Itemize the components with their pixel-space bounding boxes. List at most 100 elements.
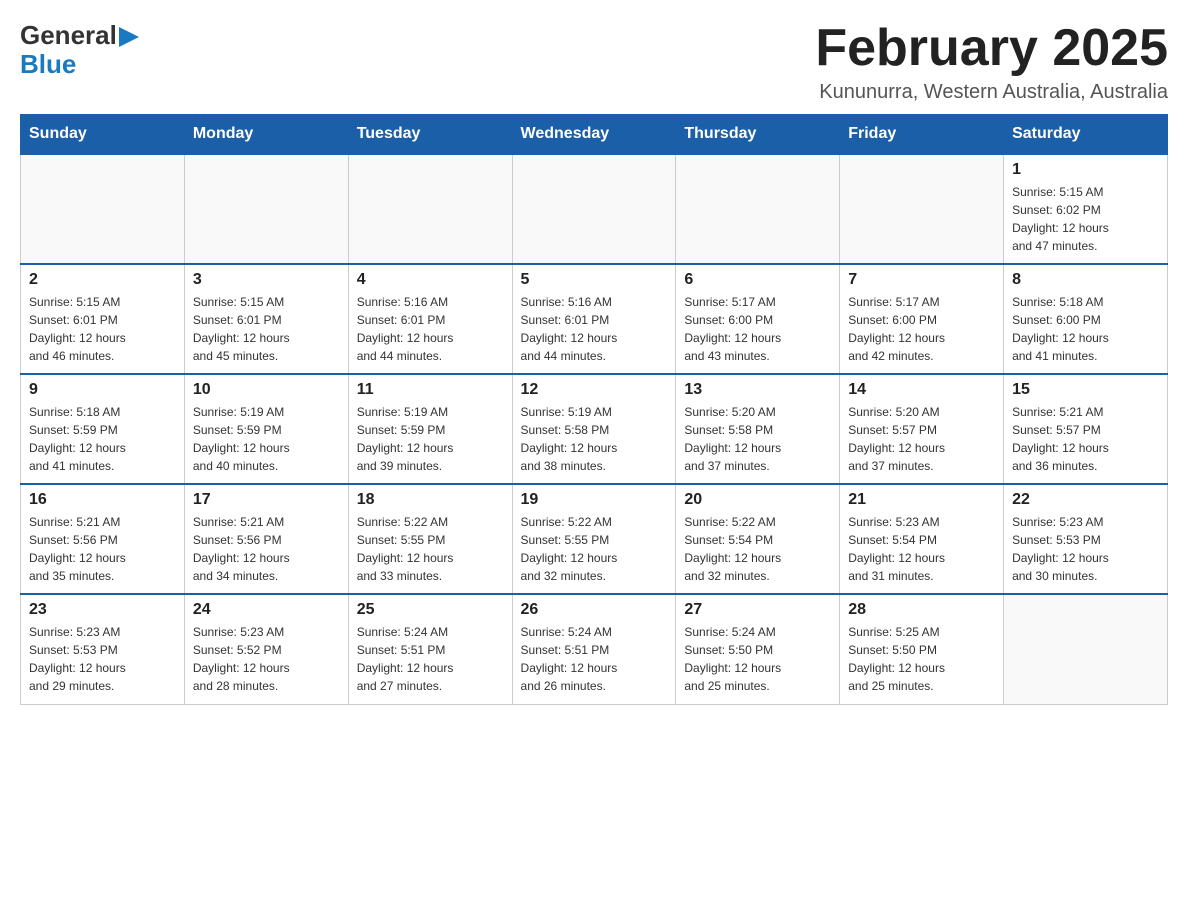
day-number: 11 — [357, 381, 504, 399]
day-info: Sunrise: 5:24 AMSunset: 5:51 PMDaylight:… — [357, 623, 504, 695]
calendar-cell: 4Sunrise: 5:16 AMSunset: 6:01 PMDaylight… — [348, 264, 512, 374]
calendar-cell — [1004, 594, 1168, 704]
calendar-cell: 9 Sunrise: 5:18 AMSunset: 5:59 PMDaylight… — [21, 374, 185, 484]
day-number: 28 — [848, 601, 995, 619]
day-number: 24 — [193, 601, 340, 619]
day-info: Sunrise: 5:20 AMSunset: 5:58 PMDaylight:… — [684, 403, 831, 475]
day-info: Sunrise: 5:21 AMSunset: 5:57 PMDaylight:… — [1012, 403, 1159, 475]
calendar-cell — [512, 154, 676, 264]
day-number: 12 — [521, 381, 668, 399]
calendar-cell: 25 Sunrise: 5:24 AMSunset: 5:51 PMDayligh… — [348, 594, 512, 704]
title-area: February 2025 Kununurra, Western Austral… — [815, 20, 1168, 104]
header-tuesday: Tuesday — [348, 115, 512, 155]
location: Kununurra, Western Australia, Australia — [815, 81, 1168, 104]
calendar-cell: 22 Sunrise: 5:23 AMSunset: 5:53 PMDayligh… — [1004, 484, 1168, 594]
day-info: Sunrise: 5:19 AMSunset: 5:59 PMDaylight:… — [193, 403, 340, 475]
calendar-cell: 7 Sunrise: 5:17 AMSunset: 6:00 PMDaylight… — [840, 264, 1004, 374]
logo: General Blue — [20, 20, 139, 80]
month-title: February 2025 — [815, 20, 1168, 77]
day-info: Sunrise: 5:23 AMSunset: 5:53 PMDaylight:… — [29, 623, 176, 695]
day-number: 2 — [29, 271, 176, 289]
day-info: Sunrise: 5:23 AMSunset: 5:52 PMDaylight:… — [193, 623, 340, 695]
day-number: 22 — [1012, 491, 1159, 509]
calendar-table: Sunday Monday Tuesday Wednesday Thursday… — [20, 114, 1168, 705]
day-info: Sunrise: 5:22 AMSunset: 5:54 PMDaylight:… — [684, 513, 831, 585]
calendar-cell — [840, 154, 1004, 264]
calendar-cell: 21Sunrise: 5:23 AMSunset: 5:54 PMDayligh… — [840, 484, 1004, 594]
day-number: 9 — [29, 381, 176, 399]
day-info: Sunrise: 5:18 AMSunset: 5:59 PMDaylight:… — [29, 403, 176, 475]
calendar-week-row: 1 Sunrise: 5:15 AMSunset: 6:02 PMDaylight… — [21, 154, 1168, 264]
day-number: 7 — [848, 271, 995, 289]
day-number: 4 — [357, 271, 504, 289]
day-number: 27 — [684, 601, 831, 619]
day-info: Sunrise: 5:19 AMSunset: 5:59 PMDaylight:… — [357, 403, 504, 475]
day-number: 14 — [848, 381, 995, 399]
day-info: Sunrise: 5:15 AMSunset: 6:02 PMDaylight:… — [1012, 183, 1159, 255]
day-info: Sunrise: 5:21 AMSunset: 5:56 PMDaylight:… — [29, 513, 176, 585]
day-number: 15 — [1012, 381, 1159, 399]
header-sunday: Sunday — [21, 115, 185, 155]
day-info: Sunrise: 5:20 AMSunset: 5:57 PMDaylight:… — [848, 403, 995, 475]
calendar-cell: 13 Sunrise: 5:20 AMSunset: 5:58 PMDayligh… — [676, 374, 840, 484]
day-info: Sunrise: 5:18 AMSunset: 6:00 PMDaylight:… — [1012, 293, 1159, 365]
day-number: 23 — [29, 601, 176, 619]
calendar-cell: 5 Sunrise: 5:16 AMSunset: 6:01 PMDaylight… — [512, 264, 676, 374]
day-number: 16 — [29, 491, 176, 509]
calendar-cell: 28 Sunrise: 5:25 AMSunset: 5:50 PMDayligh… — [840, 594, 1004, 704]
day-info: Sunrise: 5:15 AMSunset: 6:01 PMDaylight:… — [29, 293, 176, 365]
calendar-cell: 15 Sunrise: 5:21 AMSunset: 5:57 PMDayligh… — [1004, 374, 1168, 484]
calendar-cell: 26Sunrise: 5:24 AMSunset: 5:51 PMDayligh… — [512, 594, 676, 704]
day-number: 20 — [684, 491, 831, 509]
day-number: 17 — [193, 491, 340, 509]
calendar-cell: 1 Sunrise: 5:15 AMSunset: 6:02 PMDaylight… — [1004, 154, 1168, 264]
calendar-cell: 24 Sunrise: 5:23 AMSunset: 5:52 PMDayligh… — [184, 594, 348, 704]
calendar-cell — [184, 154, 348, 264]
day-info: Sunrise: 5:22 AMSunset: 5:55 PMDaylight:… — [357, 513, 504, 585]
calendar-cell: 11 Sunrise: 5:19 AMSunset: 5:59 PMDayligh… — [348, 374, 512, 484]
day-number: 3 — [193, 271, 340, 289]
day-number: 19 — [521, 491, 668, 509]
day-info: Sunrise: 5:25 AMSunset: 5:50 PMDaylight:… — [848, 623, 995, 695]
calendar-cell: 27 Sunrise: 5:24 AMSunset: 5:50 PMDayligh… — [676, 594, 840, 704]
calendar-cell: 19Sunrise: 5:22 AMSunset: 5:55 PMDayligh… — [512, 484, 676, 594]
day-number: 13 — [684, 381, 831, 399]
calendar-week-row: 9 Sunrise: 5:18 AMSunset: 5:59 PMDaylight… — [21, 374, 1168, 484]
day-number: 8 — [1012, 271, 1159, 289]
calendar-cell: 23 Sunrise: 5:23 AMSunset: 5:53 PMDayligh… — [21, 594, 185, 704]
logo-arrow-icon — [119, 27, 139, 47]
day-number: 18 — [357, 491, 504, 509]
calendar-week-row: 23 Sunrise: 5:23 AMSunset: 5:53 PMDayligh… — [21, 594, 1168, 704]
calendar-cell — [676, 154, 840, 264]
day-number: 26 — [521, 601, 668, 619]
day-info: Sunrise: 5:24 AMSunset: 5:50 PMDaylight:… — [684, 623, 831, 695]
day-number: 1 — [1012, 161, 1159, 179]
calendar-cell: 20 Sunrise: 5:22 AMSunset: 5:54 PMDayligh… — [676, 484, 840, 594]
day-info: Sunrise: 5:15 AMSunset: 6:01 PMDaylight:… — [193, 293, 340, 365]
header-saturday: Saturday — [1004, 115, 1168, 155]
day-number: 25 — [357, 601, 504, 619]
calendar-cell: 18 Sunrise: 5:22 AMSunset: 5:55 PMDayligh… — [348, 484, 512, 594]
day-info: Sunrise: 5:23 AMSunset: 5:53 PMDaylight:… — [1012, 513, 1159, 585]
day-info: Sunrise: 5:21 AMSunset: 5:56 PMDaylight:… — [193, 513, 340, 585]
calendar-cell — [348, 154, 512, 264]
day-info: Sunrise: 5:17 AMSunset: 6:00 PMDaylight:… — [848, 293, 995, 365]
calendar-cell: 14 Sunrise: 5:20 AMSunset: 5:57 PMDayligh… — [840, 374, 1004, 484]
day-info: Sunrise: 5:23 AMSunset: 5:54 PMDaylight:… — [848, 513, 995, 585]
logo-blue-text: Blue — [20, 49, 76, 80]
header-thursday: Thursday — [676, 115, 840, 155]
page-header: General Blue February 2025 Kununurra, We… — [20, 20, 1168, 104]
calendar-week-row: 16 Sunrise: 5:21 AMSunset: 5:56 PMDayligh… — [21, 484, 1168, 594]
calendar-cell: 8 Sunrise: 5:18 AMSunset: 6:00 PMDaylight… — [1004, 264, 1168, 374]
calendar-cell: 6Sunrise: 5:17 AMSunset: 6:00 PMDaylight… — [676, 264, 840, 374]
header-friday: Friday — [840, 115, 1004, 155]
day-number: 5 — [521, 271, 668, 289]
calendar-cell: 2 Sunrise: 5:15 AMSunset: 6:01 PMDaylight… — [21, 264, 185, 374]
day-info: Sunrise: 5:16 AMSunset: 6:01 PMDaylight:… — [521, 293, 668, 365]
header-wednesday: Wednesday — [512, 115, 676, 155]
calendar-cell: 12Sunrise: 5:19 AMSunset: 5:58 PMDayligh… — [512, 374, 676, 484]
calendar-cell: 10 Sunrise: 5:19 AMSunset: 5:59 PMDayligh… — [184, 374, 348, 484]
day-number: 6 — [684, 271, 831, 289]
header-monday: Monday — [184, 115, 348, 155]
day-number: 10 — [193, 381, 340, 399]
